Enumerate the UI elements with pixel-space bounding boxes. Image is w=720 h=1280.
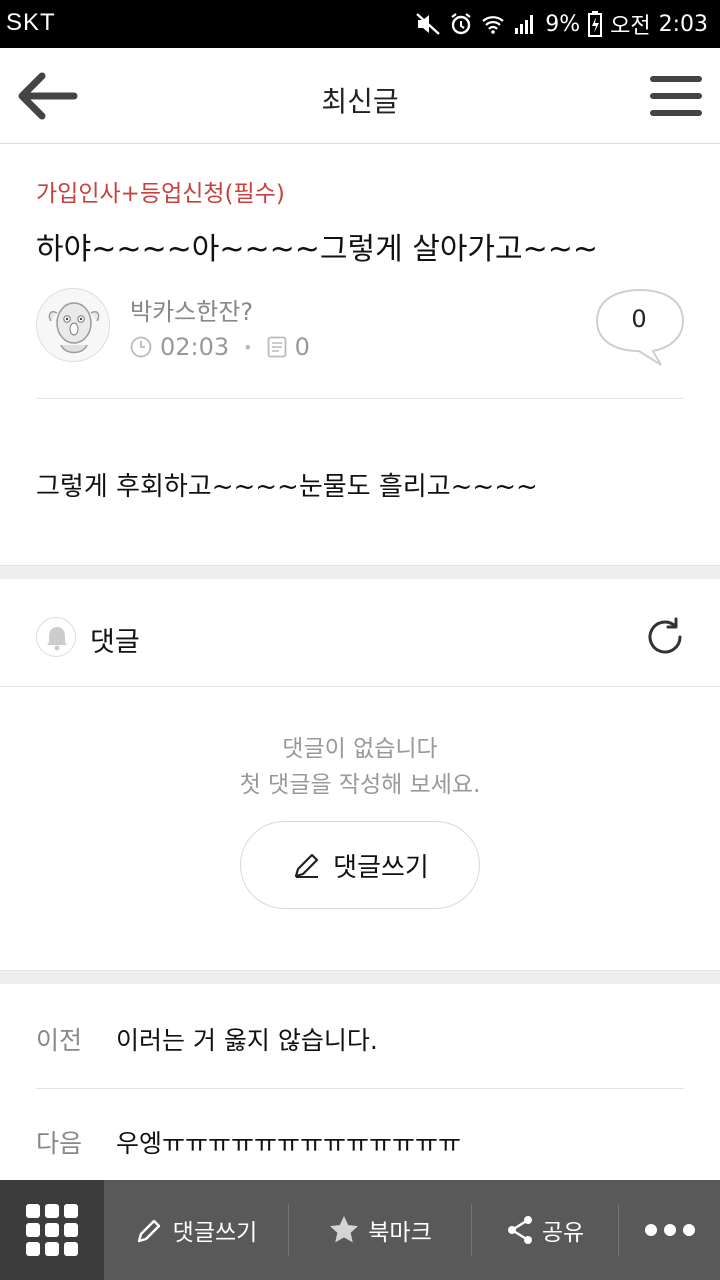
bookmark-button[interactable]: 북마크 <box>289 1180 471 1280</box>
clock-label: 2:03 <box>658 11 708 37</box>
divider <box>36 398 684 399</box>
grid-icon <box>26 1204 78 1256</box>
toolbar-write-label: 댓글쓰기 <box>172 1220 258 1246</box>
star-icon <box>330 1216 359 1243</box>
author-name[interactable]: 박카스한잔? <box>130 292 253 327</box>
grid-menu-button[interactable] <box>0 1180 104 1280</box>
more-button[interactable] <box>619 1180 720 1280</box>
view-count: 0 <box>294 333 310 361</box>
post-body: 그렇게 후회하고~~~~눈물도 흘리고~~~~ <box>36 472 538 502</box>
hamburger-menu-icon <box>650 76 702 116</box>
toolbar-write-button[interactable]: 댓글쓰기 <box>104 1180 288 1280</box>
prev-label: 이전 <box>36 1026 83 1055</box>
bottom-toolbar: 댓글쓰기 북마크 공유 <box>0 1180 720 1280</box>
more-dots-icon <box>644 1224 695 1236</box>
section-divider <box>0 565 720 579</box>
status-icons: 9% 오전 2:03 <box>415 8 708 40</box>
mute-icon <box>415 12 441 36</box>
pencil-icon <box>137 1219 160 1243</box>
bell-icon <box>47 627 67 651</box>
empty-comments-hint: 첫 댓글을 작성해 보세요. <box>239 772 481 798</box>
empty-comments-message: 댓글이 없습니다 <box>282 736 438 762</box>
wifi-icon <box>481 12 505 36</box>
divider <box>0 686 720 687</box>
write-comment-button[interactable]: 댓글쓰기 <box>240 821 480 909</box>
document-icon <box>267 336 287 358</box>
notification-toggle[interactable] <box>36 617 76 657</box>
share-label: 공유 <box>541 1220 585 1246</box>
battery-percent: 9% <box>545 11 581 37</box>
pencil-icon <box>295 853 319 878</box>
status-bar: SKT 9% 오전 2:03 <box>0 0 720 48</box>
share-icon <box>507 1216 532 1244</box>
signal-icon <box>513 12 537 36</box>
section-divider <box>0 970 720 984</box>
prev-post-link[interactable]: 이러는 거 옳지 않습니다. <box>116 1021 378 1057</box>
comments-heading: 댓글 <box>90 627 140 658</box>
meta-separator: • <box>243 337 253 357</box>
post-meta: 02:03 • 0 <box>130 333 310 361</box>
post-category[interactable]: 가입인사+등업신청(필수) <box>36 174 285 208</box>
top-bar: 최신글 <box>0 48 720 144</box>
post-time: 02:03 <box>160 333 230 361</box>
refresh-button[interactable] <box>642 614 688 660</box>
avatar-character-icon <box>48 302 100 354</box>
divider <box>36 1088 684 1089</box>
author-avatar[interactable] <box>36 288 110 362</box>
alarm-icon <box>449 12 473 36</box>
write-comment-label: 댓글쓰기 <box>333 852 429 883</box>
post-title: 하야~~~~아~~~~그렇게 살아가고~~~ <box>36 232 599 267</box>
ampm-label: 오전 <box>610 14 651 39</box>
clock-icon <box>130 336 152 358</box>
next-label: 다음 <box>36 1129 83 1158</box>
bookmark-label: 북마크 <box>368 1220 432 1246</box>
comment-count: 0 <box>631 305 647 333</box>
share-button[interactable]: 공유 <box>472 1180 618 1280</box>
page-title: 최신글 <box>321 85 399 118</box>
menu-button[interactable] <box>650 74 702 118</box>
next-post-link[interactable]: 우엥ㅠㅠㅠㅠㅠㅠㅠㅠㅠㅠㅠㅠㅠ <box>116 1124 461 1160</box>
carrier-label: SKT <box>6 9 56 36</box>
refresh-icon <box>648 617 682 654</box>
battery-icon <box>588 11 603 37</box>
